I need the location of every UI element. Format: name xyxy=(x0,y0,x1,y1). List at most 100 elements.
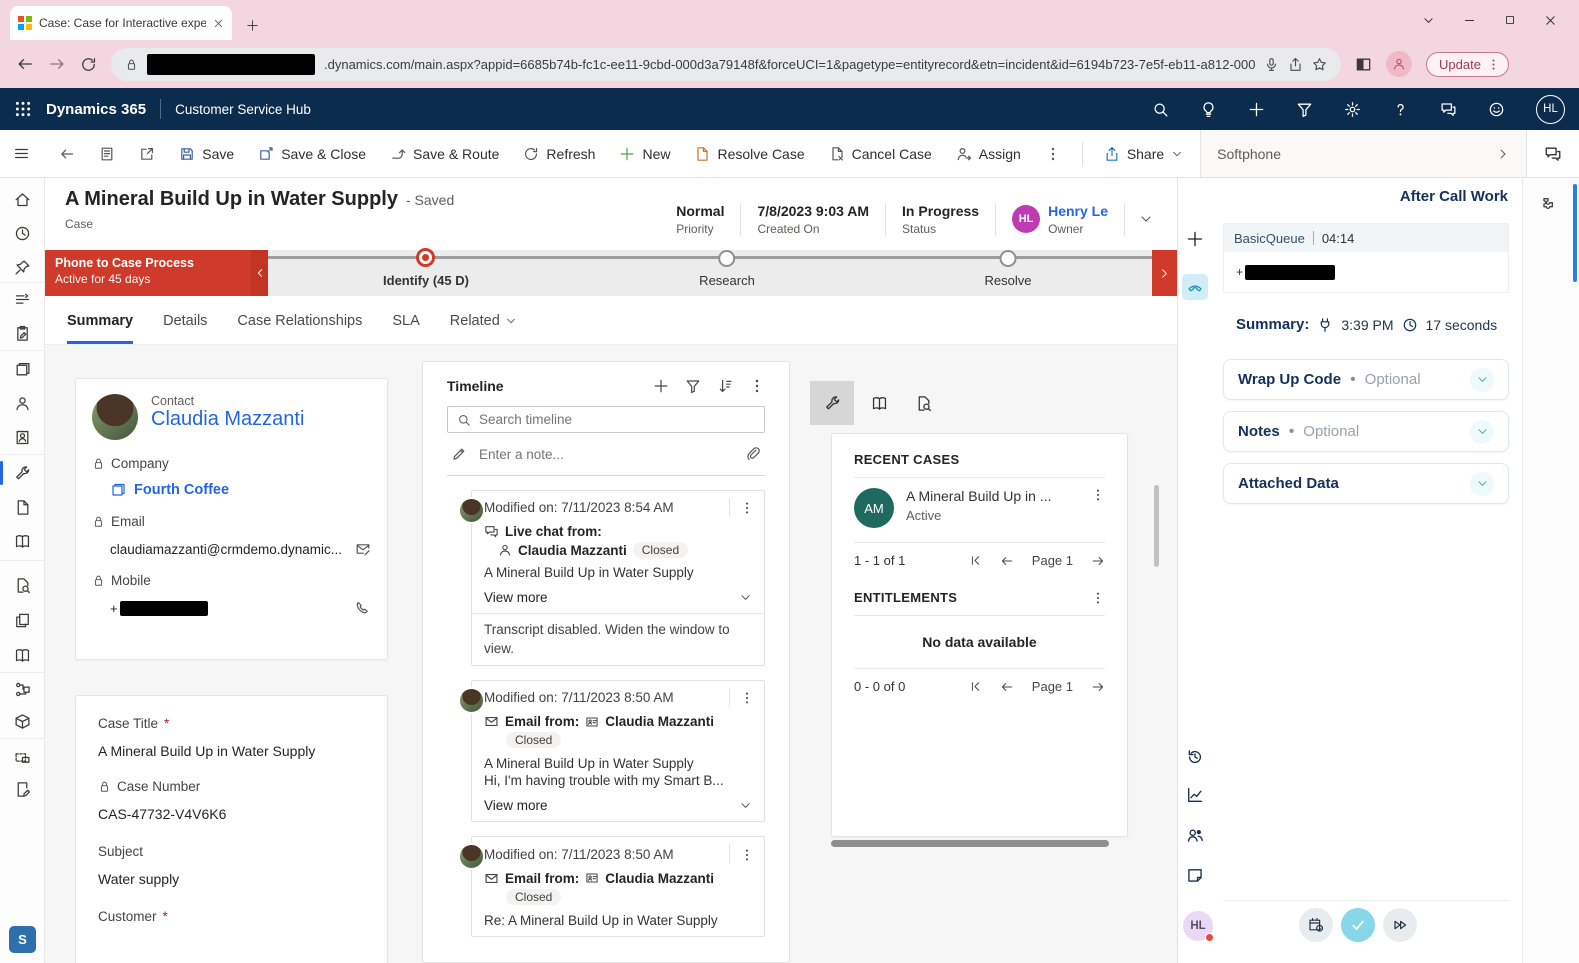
sidebar-articles-copy-icon[interactable] xyxy=(0,605,45,635)
user-avatar[interactable]: HL xyxy=(1536,95,1565,124)
next-page-icon[interactable] xyxy=(1091,554,1105,568)
timeline-add-icon[interactable] xyxy=(653,378,669,394)
company-link[interactable]: Fourth Coffee xyxy=(134,482,229,498)
email-value[interactable]: claudiamazzanti@crmdemo.dynamic... xyxy=(110,542,342,557)
process-scroll-left-icon[interactable] xyxy=(251,250,268,296)
share-button[interactable]: Share xyxy=(1093,139,1194,169)
plugin-puzzle-icon[interactable] xyxy=(1537,196,1555,214)
stage-dot[interactable] xyxy=(718,250,735,267)
related-tab-article-search-icon[interactable] xyxy=(901,381,945,425)
sidebar-recent-clock-icon[interactable] xyxy=(0,218,45,248)
entry-subject[interactable]: A Mineral Build Up in Water Supply xyxy=(484,756,752,771)
sidebar-social-profile-icon[interactable] xyxy=(0,422,45,452)
tab-close-icon[interactable] xyxy=(213,18,224,29)
send-email-icon[interactable] xyxy=(355,541,371,557)
horizontal-scrollbar[interactable] xyxy=(831,840,1109,847)
browser-forward-icon[interactable] xyxy=(48,55,66,73)
tab-case-relationships[interactable]: Case Relationships xyxy=(237,296,362,344)
sidebar-product-cube-icon[interactable] xyxy=(0,706,45,736)
call-phone-icon[interactable] xyxy=(355,600,371,616)
window-close-icon[interactable] xyxy=(1544,14,1557,27)
quick-create-plus-icon[interactable] xyxy=(1248,101,1265,118)
open-in-new-window-icon[interactable] xyxy=(128,139,166,169)
gear-icon[interactable] xyxy=(1344,101,1361,118)
feedback-smiley-icon[interactable] xyxy=(1488,101,1505,118)
subject-value[interactable]: Water supply xyxy=(98,871,365,887)
entry-more-icon[interactable] xyxy=(729,688,764,707)
entry-from[interactable]: Claudia Mazzanti xyxy=(605,871,714,886)
timeline-more-icon[interactable] xyxy=(749,378,765,394)
prev-page-icon[interactable] xyxy=(1000,554,1014,568)
stage-identify[interactable]: Identify (45 D) xyxy=(383,248,469,288)
notes-section[interactable]: Notes•Optional xyxy=(1223,411,1509,452)
contacts-people-icon[interactable] xyxy=(1178,826,1211,844)
save-and-close-button[interactable]: Save & Close xyxy=(247,139,377,169)
timeline-entry[interactable]: Modified on: 7/11/2023 8:54 AM Live chat… xyxy=(471,490,765,666)
next-page-icon[interactable] xyxy=(1091,680,1105,694)
sidebar-activities-clipboard-icon[interactable] xyxy=(0,318,45,348)
section-more-icon[interactable] xyxy=(1091,591,1105,605)
case-item-title[interactable]: A Mineral Build Up in ... xyxy=(906,488,1079,504)
share-page-icon[interactable] xyxy=(1288,57,1303,72)
tab-details[interactable]: Details xyxy=(163,296,207,344)
filter-icon[interactable] xyxy=(1296,101,1313,118)
teams-chat-icon[interactable] xyxy=(1440,101,1457,118)
related-tab-cases-wrench-icon[interactable] xyxy=(810,381,854,425)
case-title-value[interactable]: A Mineral Build Up in Water Supply xyxy=(98,743,365,759)
refresh-button[interactable]: Refresh xyxy=(512,139,606,169)
waffle-menu-icon[interactable] xyxy=(14,100,32,118)
sitemap-hamburger-icon[interactable] xyxy=(13,145,30,162)
expand-chevron-icon[interactable] xyxy=(1470,368,1494,392)
browser-update-button[interactable]: Update xyxy=(1426,52,1509,77)
sidebar-book-icon[interactable] xyxy=(0,640,45,670)
timeline-sort-icon[interactable] xyxy=(717,378,733,394)
sidebar-connector-icon[interactable] xyxy=(0,674,45,704)
more-commands-icon[interactable] xyxy=(1034,139,1072,169)
lightbulb-icon[interactable] xyxy=(1200,101,1217,118)
new-button[interactable]: New xyxy=(608,139,681,169)
contact-name-link[interactable]: Claudia Mazzanti xyxy=(151,408,304,431)
app-name[interactable]: Customer Service Hub xyxy=(175,102,311,117)
stage-resolve[interactable]: Resolve xyxy=(985,250,1032,288)
brand-title[interactable]: Dynamics 365 xyxy=(46,101,146,118)
sidebar-cases-wrench-icon[interactable] xyxy=(0,458,45,488)
first-page-icon[interactable] xyxy=(969,680,982,693)
notes-card-icon[interactable] xyxy=(1178,866,1211,884)
paperclip-icon[interactable] xyxy=(745,446,761,462)
tab-summary[interactable]: Summary xyxy=(67,296,133,344)
save-and-route-button[interactable]: Save & Route xyxy=(379,139,510,169)
address-bar[interactable]: .dynamics.com/main.aspx?appid=6685b74b-f… xyxy=(111,48,1341,81)
browser-profile-avatar[interactable] xyxy=(1386,51,1412,77)
stage-research[interactable]: Research xyxy=(699,250,755,288)
note-entry-row[interactable] xyxy=(447,433,765,476)
timeline-entry[interactable]: Modified on: 7/11/2023 8:50 AM Email fro… xyxy=(471,680,765,822)
owner-field[interactable]: HL Henry Le Owner xyxy=(996,203,1125,236)
stage-dot[interactable] xyxy=(1000,250,1017,267)
resolve-case-button[interactable]: Resolve Case xyxy=(683,139,815,169)
wrap-up-code-section[interactable]: Wrap Up Code•Optional xyxy=(1223,359,1509,400)
help-icon[interactable] xyxy=(1392,101,1409,118)
sidebar-accounts-icon[interactable] xyxy=(0,354,45,384)
form-list-icon[interactable] xyxy=(88,139,126,169)
assign-button[interactable]: Assign xyxy=(945,139,1032,169)
related-tab-knowledge-book-icon[interactable] xyxy=(857,381,901,425)
conversations-chat-icon[interactable] xyxy=(1544,145,1562,163)
tab-related[interactable]: Related xyxy=(450,296,517,344)
header-expand-chevron-icon[interactable] xyxy=(1139,212,1153,226)
sidebar-knowledge-search-icon[interactable] xyxy=(0,570,45,600)
owner-link[interactable]: Henry Le xyxy=(1048,203,1108,219)
skip-forward-icon[interactable] xyxy=(1383,908,1417,942)
complete-check-icon[interactable] xyxy=(1341,908,1375,942)
timeline-search-input[interactable] xyxy=(479,412,755,427)
sidebar-page-pencil-icon[interactable] xyxy=(0,774,45,804)
sidebar-pinned-icon[interactable] xyxy=(0,252,45,282)
entry-more-icon[interactable] xyxy=(729,844,764,863)
search-icon[interactable] xyxy=(1152,101,1169,118)
window-maximize-icon[interactable] xyxy=(1504,14,1516,26)
split-screen-icon[interactable] xyxy=(1355,56,1372,73)
sidebar-dashed-mail-icon[interactable] xyxy=(0,742,45,772)
item-more-icon[interactable] xyxy=(1091,488,1105,502)
first-page-icon[interactable] xyxy=(969,554,982,567)
collapse-panel-chevron-icon[interactable] xyxy=(1496,147,1510,161)
browser-tab[interactable]: Case: Case for Interactive experie xyxy=(10,6,232,40)
